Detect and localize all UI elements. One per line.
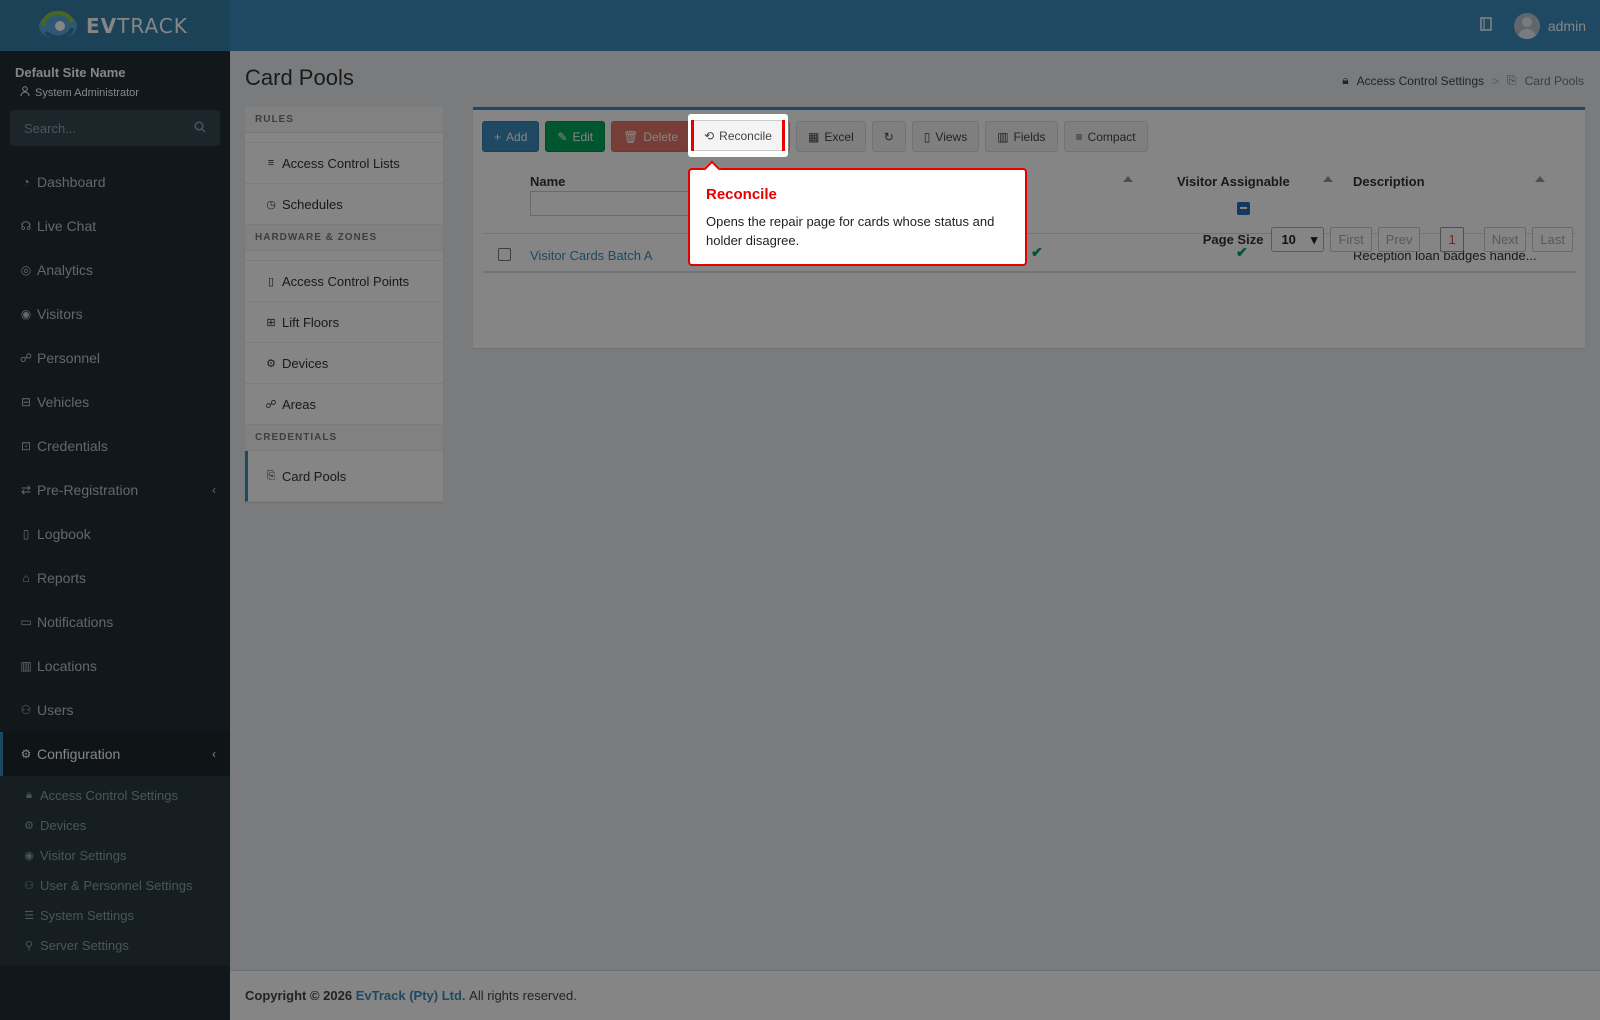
tour-backdrop[interactable] bbox=[0, 0, 1600, 1020]
tour-tooltip: Reconcile Opens the repair page for card… bbox=[688, 160, 1027, 266]
tooltip-body: Opens the repair page for cards whose st… bbox=[706, 214, 995, 248]
tooltip-title: Reconcile bbox=[706, 186, 777, 203]
tour-highlight-frame bbox=[691, 120, 785, 151]
